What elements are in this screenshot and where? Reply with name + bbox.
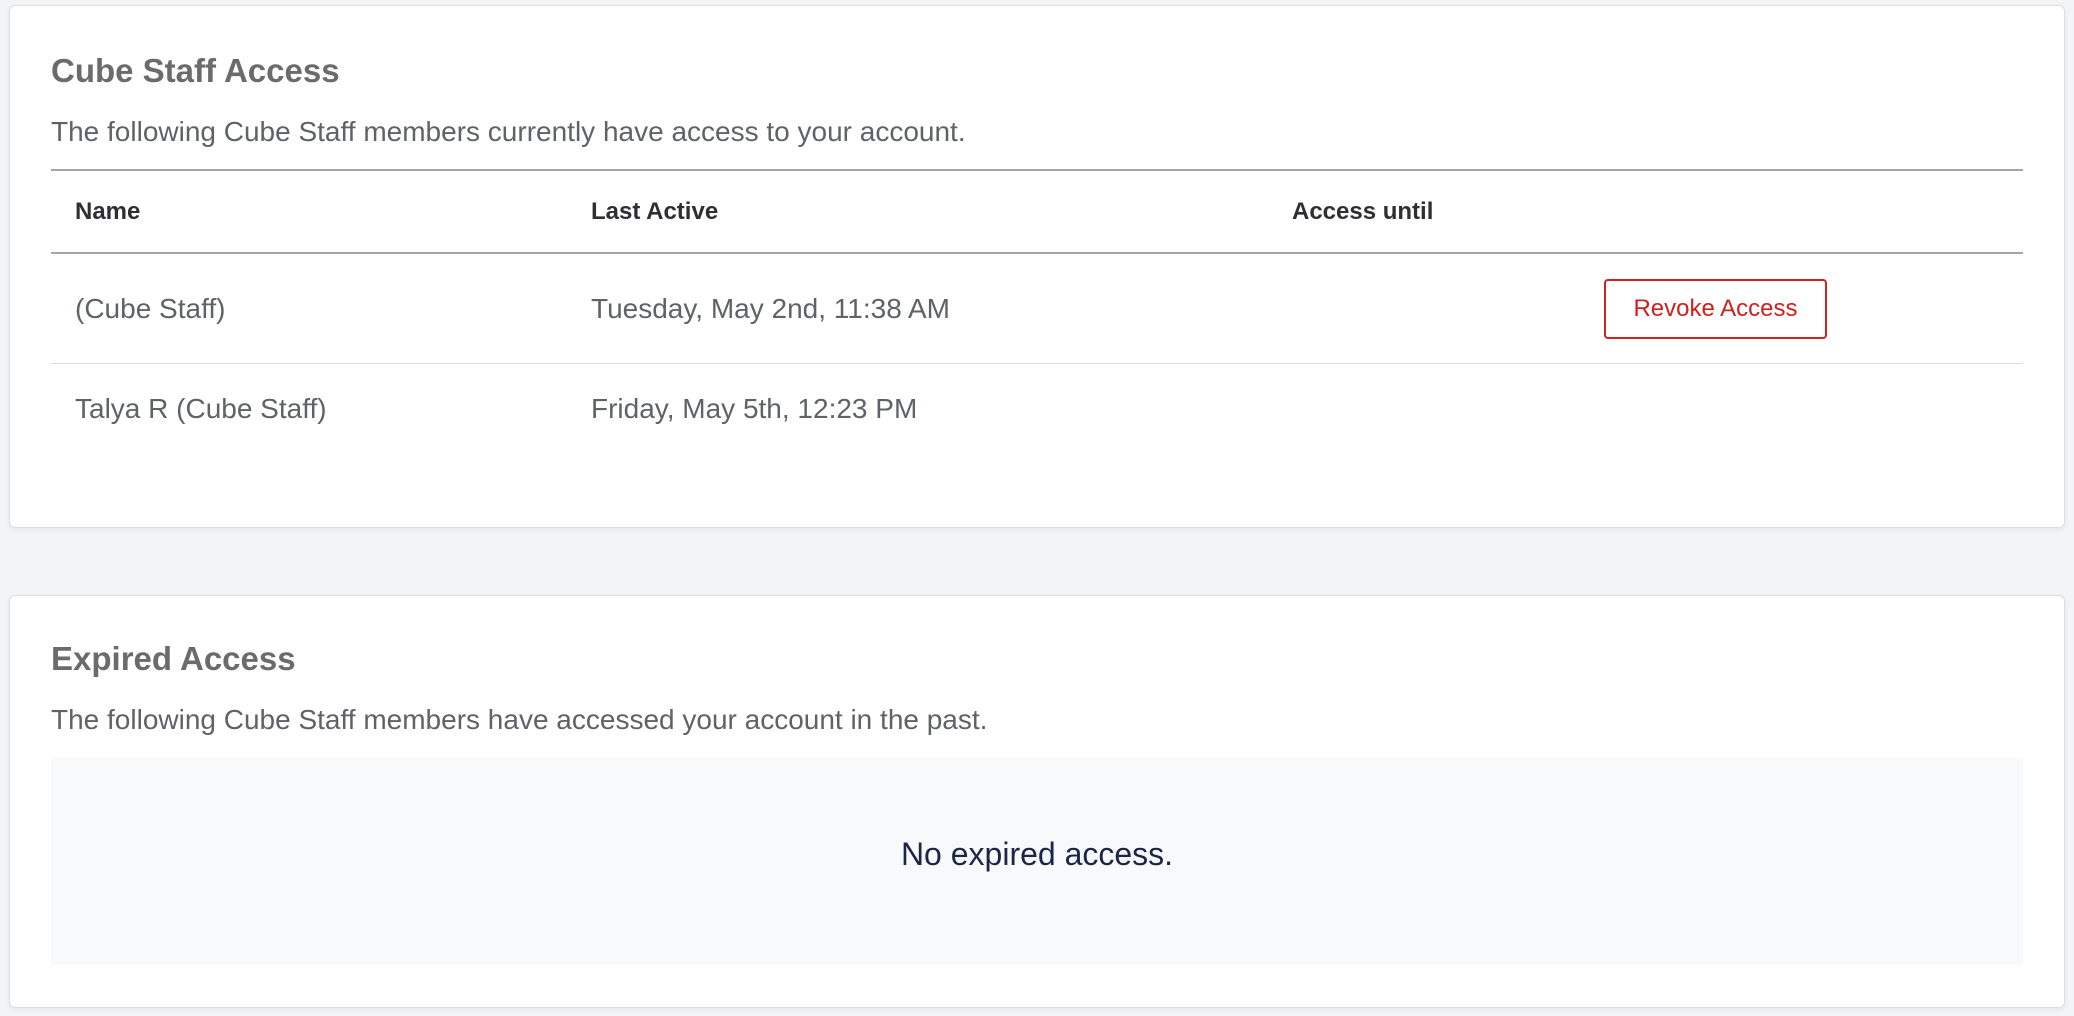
empty-state: No expired access. <box>51 758 2023 965</box>
table-row: Talya R (Cube Staff) Friday, May 5th, 12… <box>51 364 2023 454</box>
column-header-access-until: Access until <box>1292 198 1434 225</box>
revoke-access-button[interactable]: Revoke Access <box>1604 279 1827 339</box>
staff-access-description: The following Cube Staff members current… <box>51 116 966 147</box>
last-active-value: Friday, May 5th, 12:23 PM <box>591 393 918 424</box>
empty-state-message: No expired access. <box>900 836 1174 872</box>
column-header-name: Name <box>75 198 141 225</box>
expired-access-card: Expired Access The following Cube Staff … <box>9 595 2065 1008</box>
last-active-value: Tuesday, May 2nd, 11:38 AM <box>591 293 951 324</box>
table-row: (Cube Staff) Tuesday, May 2nd, 11:38 AM … <box>51 254 2023 364</box>
staff-access-table: Name Last Active Access until (Cube Staf… <box>51 169 2023 454</box>
expired-access-title: Expired Access <box>51 640 296 677</box>
column-header-last-active: Last Active <box>591 198 719 225</box>
staff-access-card: Cube Staff Access The following Cube Sta… <box>9 5 2065 528</box>
expired-access-description: The following Cube Staff members have ac… <box>51 704 988 735</box>
staff-name: (Cube Staff) <box>75 293 226 324</box>
staff-access-title: Cube Staff Access <box>51 52 340 89</box>
table-header: Name Last Active Access until <box>51 169 2023 254</box>
page: Cube Staff Access The following Cube Sta… <box>0 0 2074 1016</box>
staff-name: Talya R (Cube Staff) <box>75 393 327 424</box>
